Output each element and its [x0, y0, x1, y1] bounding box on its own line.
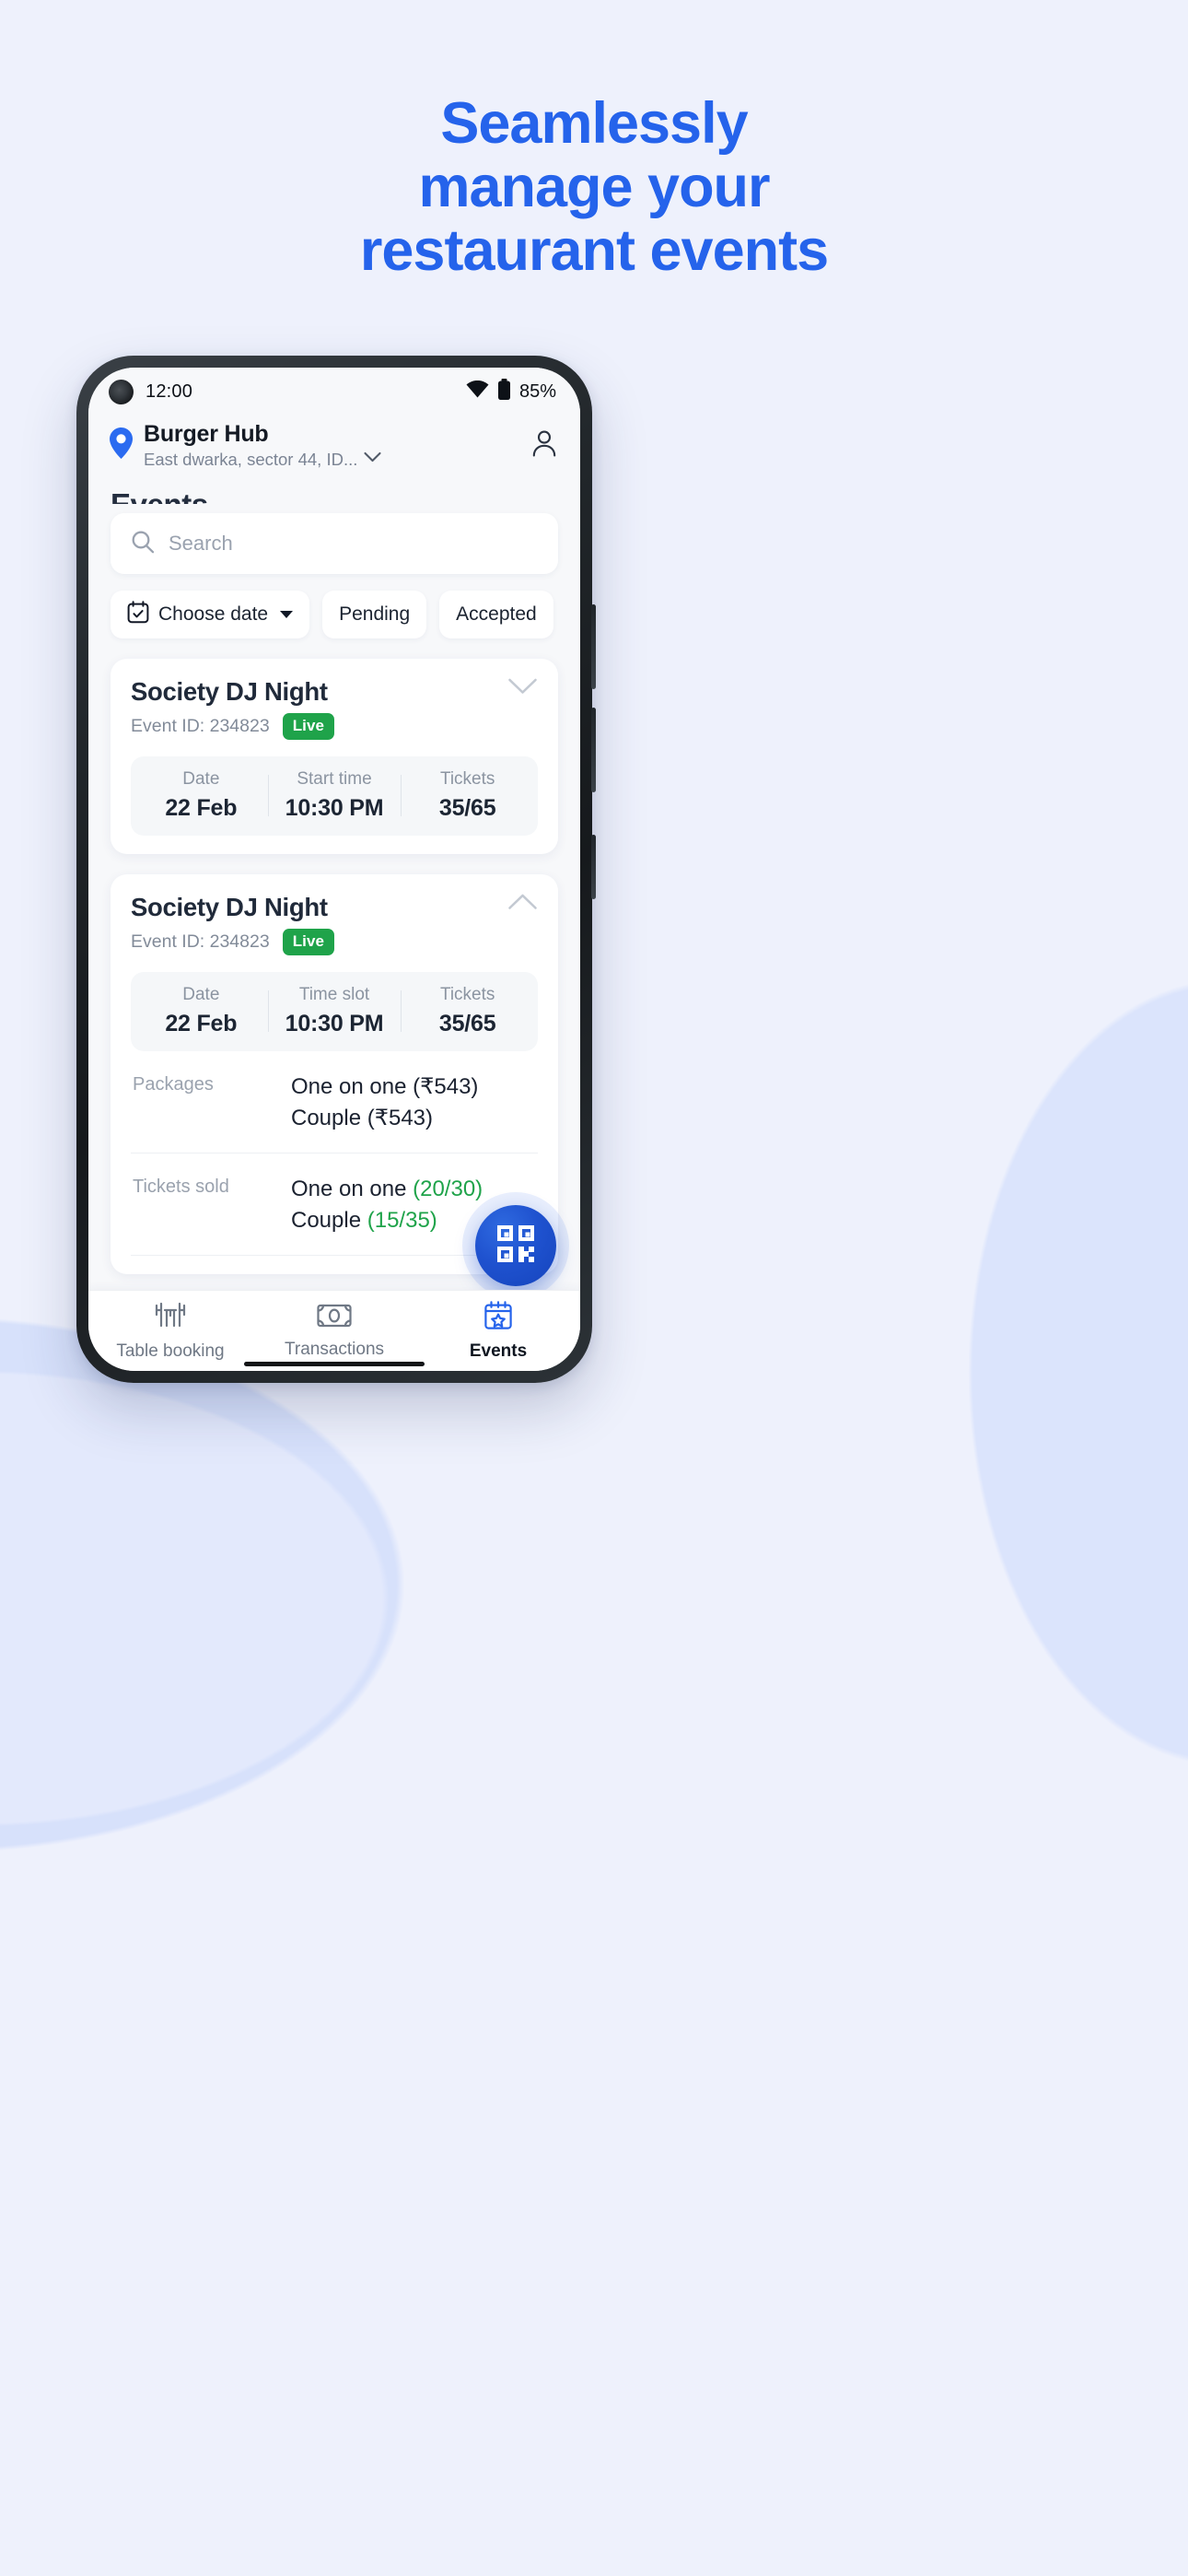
- filter-chip-pending[interactable]: Pending: [322, 591, 427, 638]
- nav-item-table-booking[interactable]: Table booking: [88, 1300, 252, 1362]
- business-address: East dwarka, sector 44, ID...: [144, 450, 358, 469]
- ticket-package-name: Couple: [291, 1208, 367, 1234]
- stat-value: 35/65: [438, 795, 496, 821]
- event-title: Society DJ Night: [131, 677, 328, 706]
- events-scroll-area[interactable]: Search Choose date Pending Accepted Soci…: [88, 504, 580, 1290]
- search-placeholder: Search: [169, 532, 233, 555]
- search-icon: [131, 530, 155, 558]
- detail-value: One on one (₹543) Couple (₹543): [291, 1071, 478, 1134]
- business-name: Burger Hub: [144, 421, 269, 447]
- status-bar: 12:00 85%: [88, 368, 580, 416]
- event-stat-time-slot: Time slot 10:30 PM: [267, 985, 402, 1037]
- event-stat-date: Date 22 Feb: [134, 985, 268, 1037]
- hero-headline: Seamlessly manage your restaurant events: [0, 92, 1188, 283]
- ticket-count: (20/30): [413, 1177, 483, 1202]
- person-icon[interactable]: [532, 429, 556, 462]
- event-stat-date: Date 22 Feb: [134, 769, 268, 822]
- stat-key: Tickets: [439, 985, 495, 1004]
- event-stat-strip: Date 22 Feb Time slot 10:30 PM Tickets 3…: [131, 972, 538, 1051]
- filter-chip-accepted[interactable]: Accepted: [439, 591, 553, 638]
- ticket-count: (15/35): [367, 1208, 437, 1234]
- phone-screen: 12:00 85% Burger Hub East dwarka, sector…: [88, 368, 580, 1371]
- package-name: Couple (₹543): [291, 1106, 434, 1131]
- qr-scan-fab-button[interactable]: [475, 1205, 556, 1286]
- stat-key: Date: [182, 985, 220, 1004]
- filter-chip-label: Pending: [339, 603, 411, 625]
- ticket-package-name: One on one: [291, 1177, 413, 1202]
- stat-value: 10:30 PM: [285, 795, 384, 821]
- event-stat-tickets: Tickets 35/65: [401, 985, 534, 1037]
- nav-item-events[interactable]: Events: [416, 1300, 580, 1362]
- hero-headline-line-3: restaurant events: [359, 218, 829, 283]
- camera-punch-hole-icon: [109, 379, 134, 404]
- event-stat-tickets: Tickets 35/65: [401, 769, 534, 822]
- search-input[interactable]: Search: [111, 513, 558, 574]
- home-indicator: [244, 1362, 425, 1366]
- calendar-check-icon: [127, 600, 149, 629]
- caret-down-icon: [280, 611, 294, 618]
- chevron-down-icon[interactable]: [507, 677, 538, 700]
- nav-label: Table booking: [116, 1341, 225, 1361]
- nav-item-transactions[interactable]: Transactions: [252, 1302, 416, 1360]
- event-title: Society DJ Night: [131, 893, 328, 921]
- stat-value: 35/65: [438, 1011, 496, 1036]
- event-stat-strip: Date 22 Feb Start time 10:30 PM Tickets …: [131, 756, 538, 836]
- status-badge: Live: [282, 929, 335, 955]
- wifi-icon: [466, 380, 489, 403]
- stat-key: Time slot: [298, 985, 370, 1004]
- stat-key: Start time: [297, 769, 372, 789]
- nav-label: Transactions: [284, 1340, 385, 1359]
- chevron-up-icon[interactable]: [507, 893, 538, 916]
- bottom-navigation-bar: Table booking Transactions Events: [88, 1290, 580, 1371]
- event-detail-row-packages: Packages One on one (₹543) Couple (₹543): [131, 1051, 538, 1154]
- volume-up-button[interactable]: [591, 604, 596, 689]
- power-button[interactable]: [591, 835, 596, 899]
- banknote-icon: [317, 1302, 352, 1334]
- app-header: Burger Hub East dwarka, sector 44, ID...: [88, 416, 580, 474]
- event-id: Event ID: 234823: [131, 931, 270, 952]
- event-stat-start-time: Start time 10:30 PM: [267, 769, 402, 822]
- stat-value: 22 Feb: [165, 1011, 238, 1036]
- hero-headline-line-2: manage your: [418, 155, 770, 219]
- chevron-down-icon[interactable]: [364, 451, 381, 468]
- filter-chip-label: Accepted: [456, 603, 537, 625]
- event-id: Event ID: 234823: [131, 716, 270, 736]
- calendar-star-icon: [483, 1300, 514, 1336]
- status-badge: Live: [282, 713, 335, 740]
- status-time: 12:00: [146, 381, 193, 402]
- battery-icon: [497, 379, 511, 404]
- filter-chip-choose-date[interactable]: Choose date: [111, 591, 310, 638]
- hero-headline-line-1: Seamlessly: [440, 91, 748, 156]
- stat-key: Date: [182, 769, 220, 789]
- volume-down-button[interactable]: [591, 708, 596, 792]
- stat-key: Tickets: [439, 769, 495, 789]
- detail-key: Tickets sold: [133, 1177, 229, 1198]
- detail-key: Packages: [133, 1074, 214, 1095]
- location-pin-icon: [109, 427, 134, 464]
- qr-code-icon: [495, 1223, 537, 1270]
- nav-label: Events: [469, 1341, 528, 1361]
- event-card[interactable]: Society DJ Night Event ID: 234823 Live D…: [111, 659, 558, 854]
- phone-mockup: 12:00 85% Burger Hub East dwarka, sector…: [76, 356, 596, 1383]
- business-selector[interactable]: Burger Hub East dwarka, sector 44, ID...: [109, 421, 381, 469]
- package-name: One on one (₹543): [291, 1074, 479, 1099]
- table-chairs-icon: [152, 1300, 189, 1336]
- stat-value: 10:30 PM: [285, 1011, 384, 1036]
- background-wave-right: [801, 967, 1188, 1981]
- filter-chip-row: Choose date Pending Accepted: [88, 574, 580, 638]
- background-wave-left-inner: [0, 1308, 1188, 1953]
- battery-percent: 85%: [518, 381, 556, 402]
- detail-value: One on one (20/30) Couple (15/35): [291, 1174, 483, 1236]
- stat-value: 22 Feb: [165, 795, 238, 821]
- filter-chip-label: Choose date: [158, 603, 269, 625]
